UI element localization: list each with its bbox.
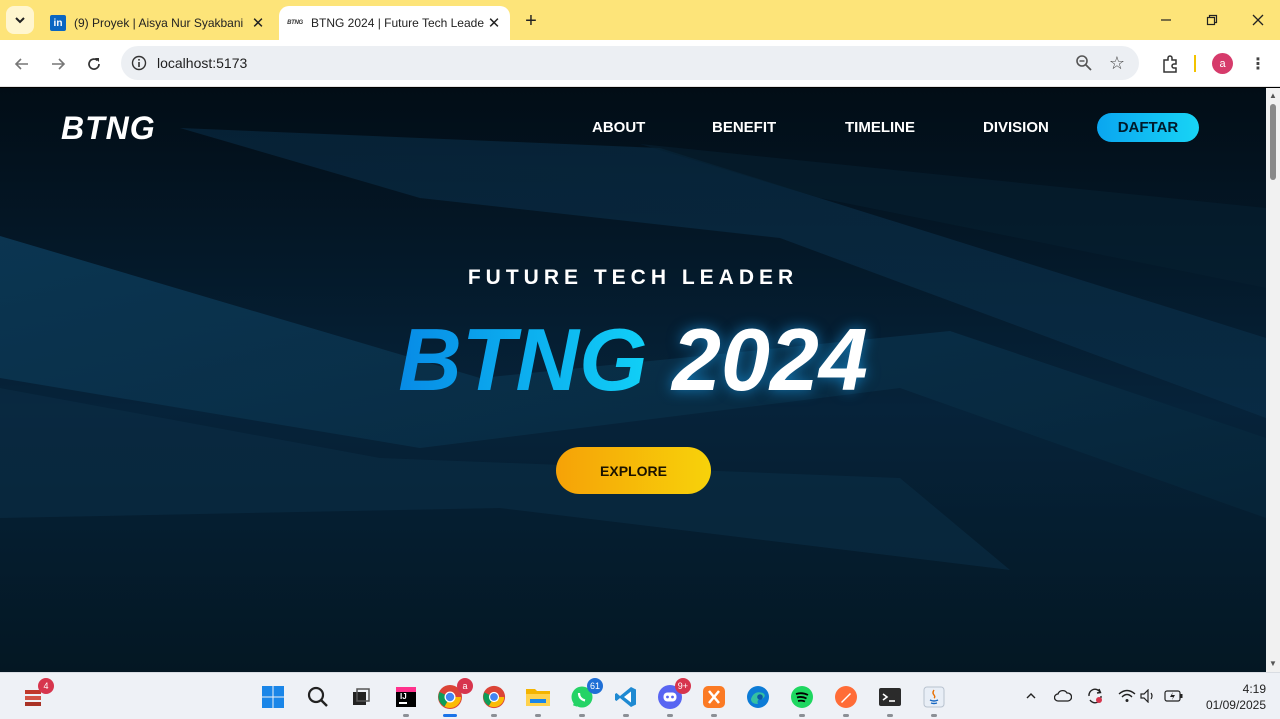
search-icon[interactable]: [304, 683, 332, 711]
close-tab-icon[interactable]: ✕: [484, 13, 504, 33]
arrow-left-icon: [14, 58, 28, 70]
volume-icon[interactable]: [1138, 686, 1158, 706]
windows-taskbar: 4 IJ a 61 9+ 4:19 01/09/2025: [0, 672, 1280, 719]
profile-avatar[interactable]: a: [1212, 53, 1233, 74]
notification-badge: 4: [38, 678, 54, 694]
svg-text:IJ: IJ: [400, 692, 407, 701]
onedrive-cloud-icon[interactable]: [1053, 686, 1073, 706]
hero-tagline: FUTURE TECH LEADER: [467, 266, 799, 289]
sync-icon[interactable]: [1085, 686, 1105, 706]
tab-title: BTNG 2024 | Future Tech Leader: [311, 16, 484, 30]
scroll-up-icon[interactable]: ▲: [1269, 92, 1277, 100]
close-window-button[interactable]: [1243, 6, 1273, 34]
whatsapp-icon[interactable]: 61: [568, 678, 603, 717]
tab-title: (9) Proyek | Aisya Nur Syakbani: [74, 16, 244, 30]
reload-icon: [88, 58, 100, 70]
stack-app-icon[interactable]: 4: [19, 678, 54, 711]
terminal-icon[interactable]: [876, 683, 904, 717]
start-icon[interactable]: [259, 683, 287, 711]
scroll-down-icon[interactable]: ▼: [1269, 660, 1277, 668]
scroll-thumb[interactable]: [1270, 104, 1276, 180]
java-icon[interactable]: [920, 683, 948, 717]
new-tab-button[interactable]: +: [519, 9, 543, 33]
minimize-button[interactable]: [1151, 6, 1181, 34]
discord-icon[interactable]: 9+: [656, 678, 691, 717]
tab-linkedin[interactable]: in (9) Proyek | Aisya Nur Syakbani ✕: [40, 6, 274, 40]
tab-btng[interactable]: BTNG BTNG 2024 | Future Tech Leader ✕: [279, 6, 510, 40]
nav-timeline[interactable]: TIMELINE: [845, 119, 915, 136]
restore-button[interactable]: [1197, 6, 1227, 34]
url-text[interactable]: localhost:5173: [157, 55, 247, 71]
clock-time: 4:19: [1242, 682, 1266, 696]
restore-icon: [1206, 14, 1218, 26]
reload-button[interactable]: [81, 51, 107, 77]
daftar-button[interactable]: DAFTAR: [1097, 113, 1199, 142]
postman-icon[interactable]: [832, 683, 860, 717]
clock-date: 01/09/2025: [1205, 698, 1266, 712]
browser-toolbar: localhost:5173 ☆ a ⋮: [0, 40, 1280, 87]
arrow-right-icon: [52, 58, 66, 70]
hero-title: BTNG 2024: [0, 310, 1266, 410]
hero-title-btng: BTNG: [398, 310, 648, 409]
browser-tab-strip: in (9) Proyek | Aisya Nur Syakbani ✕ BTN…: [0, 0, 1280, 40]
minimize-icon: [1161, 19, 1171, 21]
battery-charging-icon[interactable]: [1164, 686, 1184, 706]
browser-menu-icon[interactable]: ⋮: [1248, 52, 1268, 76]
wifi-icon[interactable]: [1117, 686, 1137, 706]
show-hidden-icons-chevron-up-icon[interactable]: [1021, 686, 1041, 706]
edge-icon[interactable]: [744, 683, 772, 711]
nav-about[interactable]: ABOUT: [592, 119, 645, 136]
close-icon: [1252, 14, 1264, 26]
tab-search-button[interactable]: [6, 6, 34, 34]
notification-badge: 61: [586, 678, 603, 694]
bookmark-star-icon[interactable]: ☆: [1106, 52, 1128, 74]
linkedin-icon: in: [50, 15, 66, 31]
vscode-icon[interactable]: [612, 683, 640, 717]
chrome-icon[interactable]: a: [436, 678, 473, 717]
chevron-down-icon: [15, 17, 25, 24]
close-tab-icon[interactable]: ✕: [248, 13, 268, 33]
toolbar-divider: [1194, 55, 1196, 72]
nav-benefit[interactable]: BENEFIT: [712, 119, 776, 136]
file-explorer-icon[interactable]: [524, 683, 552, 717]
btng-favicon-icon: BTNG: [287, 20, 303, 26]
extensions-button[interactable]: [1158, 52, 1182, 76]
spotify-icon[interactable]: [788, 683, 816, 717]
intellij-icon[interactable]: IJ: [392, 683, 420, 717]
site-logo[interactable]: BTNG: [61, 110, 156, 147]
back-button[interactable]: [9, 51, 35, 77]
page-viewport: BTNG ABOUT BENEFIT TIMELINE DIVISION DAF…: [0, 88, 1266, 672]
puzzle-icon: [1163, 55, 1177, 73]
task-view-icon[interactable]: [347, 683, 375, 711]
site-info-icon[interactable]: [130, 54, 148, 72]
hero-title-year: 2024: [672, 310, 868, 409]
xampp-icon[interactable]: [700, 683, 728, 717]
system-clock[interactable]: 4:19 01/09/2025: [1196, 681, 1266, 713]
forward-button[interactable]: [45, 51, 71, 77]
chrome-profile-icon[interactable]: [480, 683, 508, 717]
nav-division[interactable]: DIVISION: [983, 119, 1049, 136]
zoom-icon[interactable]: [1074, 53, 1094, 73]
notification-badge: 9+: [674, 678, 691, 694]
address-bar[interactable]: localhost:5173 ☆: [121, 46, 1139, 80]
explore-button[interactable]: EXPLORE: [556, 447, 711, 494]
page-scrollbar[interactable]: ▲ ▼: [1266, 88, 1280, 672]
